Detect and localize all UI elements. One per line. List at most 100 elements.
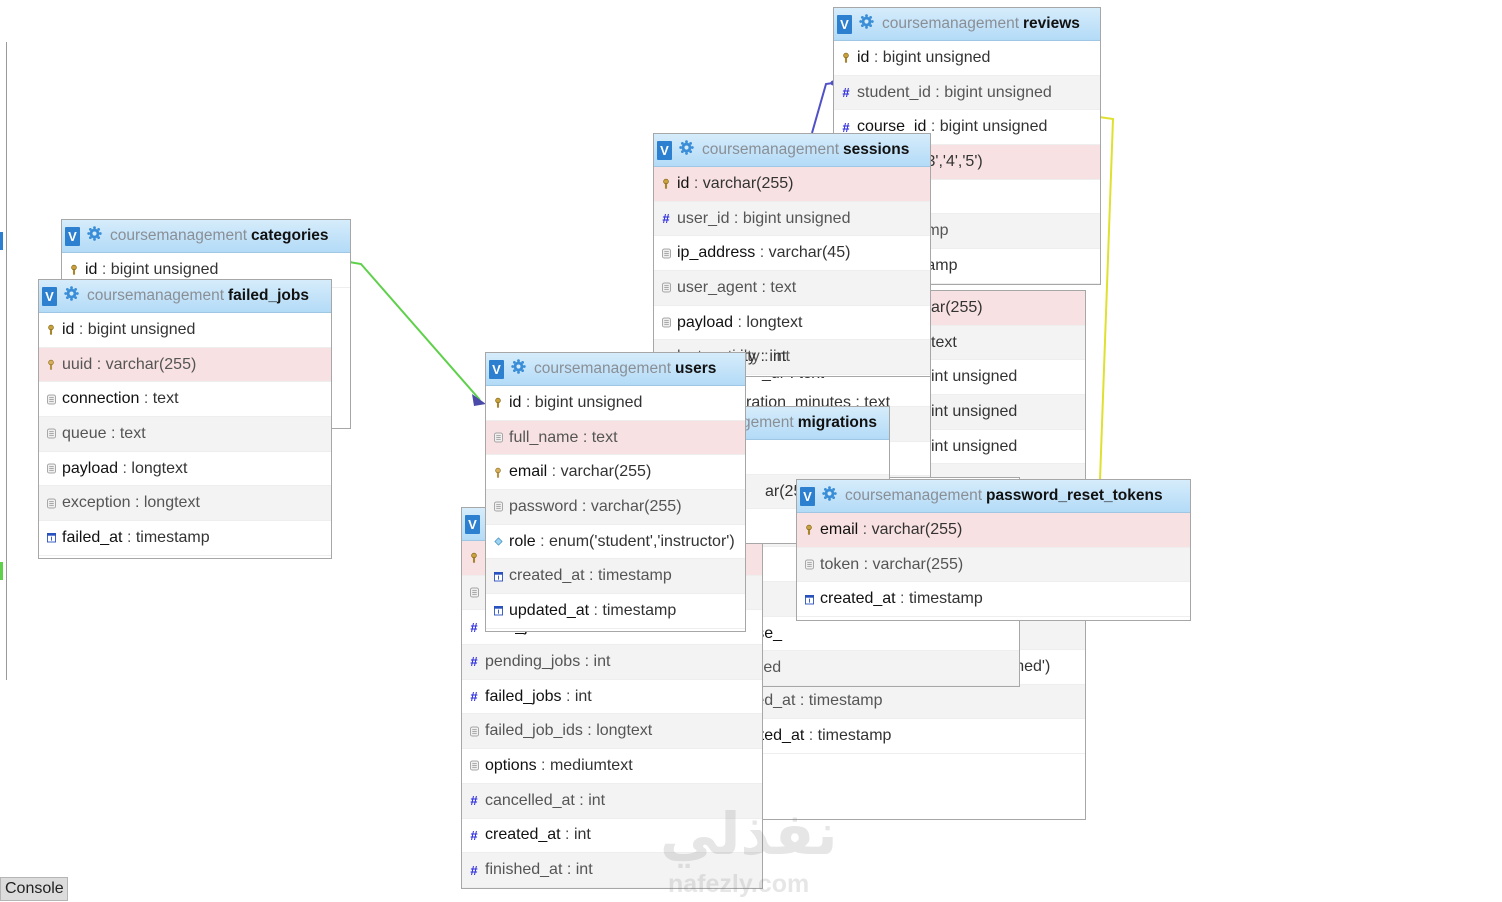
column-separator: : bbox=[139, 390, 153, 408]
column-row[interactable]: options : mediumtext bbox=[462, 749, 762, 784]
collapse-toggle-button[interactable]: V bbox=[465, 514, 480, 534]
column-row[interactable]: role : enum('student','instructor') bbox=[486, 525, 745, 560]
column-row[interactable]: created_at : timestamp bbox=[797, 582, 1190, 618]
column-row[interactable]: password : varchar(255) bbox=[486, 490, 745, 525]
table-users[interactable]: Vcoursemanagement users id : bigint unsign… bbox=[485, 352, 746, 632]
column-separator: : bbox=[106, 424, 120, 442]
table-header[interactable]: Vcoursemanagement users bbox=[486, 353, 745, 386]
table-header[interactable]: Vcoursemanagement categories bbox=[62, 220, 350, 253]
column-row[interactable]: failed_at : timestamp bbox=[39, 521, 331, 556]
column-row[interactable]: queue : text bbox=[39, 417, 331, 452]
collapse-toggle-button[interactable]: V bbox=[42, 286, 57, 306]
collapse-toggle-button[interactable]: V bbox=[800, 486, 815, 506]
column-separator: : bbox=[589, 601, 603, 619]
column-row[interactable]: int unsigned bbox=[931, 360, 1085, 396]
column-row[interactable]: id : varchar(255) bbox=[654, 167, 930, 202]
column-definition: id : varchar(255) bbox=[677, 175, 794, 193]
table-options-gear-icon[interactable] bbox=[57, 286, 87, 306]
designer-canvas[interactable]: Vcoursemanagement categories id : bigint u… bbox=[0, 0, 1502, 902]
column-row[interactable]: email : varchar(255) bbox=[797, 513, 1190, 548]
column-row[interactable]: rolled bbox=[742, 651, 1019, 686]
column-row[interactable]: token : varchar(255) bbox=[797, 547, 1190, 583]
table-password-reset-tokens[interactable]: Vcoursemanagement password_reset_tokens em… bbox=[796, 479, 1191, 621]
column-row[interactable]: payload : longtext bbox=[39, 452, 331, 487]
column-row[interactable]: # pending_jobs : int bbox=[462, 645, 762, 680]
column-type: text bbox=[591, 428, 618, 446]
column-row[interactable]: text bbox=[931, 325, 1085, 361]
column-row[interactable]: ated_at : timestamp bbox=[742, 684, 1085, 720]
column-row[interactable]: # finished_at : int bbox=[462, 853, 762, 888]
table-header[interactable]: Vcoursemanagement reviews bbox=[834, 8, 1100, 41]
column-row[interactable]: uuid : varchar(255) bbox=[39, 347, 331, 383]
hash-icon: # bbox=[470, 689, 478, 705]
column-row[interactable]: urse_ bbox=[742, 617, 1019, 652]
column-row[interactable]: user_agent : text bbox=[654, 271, 930, 306]
table-header[interactable]: Vcoursemanagement failed_jobs bbox=[39, 280, 331, 313]
column-row[interactable]: id : bigint unsigned bbox=[834, 41, 1100, 76]
column-row[interactable]: int unsigned bbox=[931, 430, 1085, 465]
table-header[interactable]: Vcoursemanagement sessions bbox=[654, 134, 930, 167]
column-row[interactable]: id : bigint unsigned bbox=[486, 386, 745, 421]
collapse-toggle-button[interactable]: V bbox=[657, 140, 672, 160]
column-row[interactable]: payload : longtext bbox=[654, 306, 930, 341]
database-name: coursemanagement bbox=[882, 15, 1019, 32]
column-row[interactable]: exception : longtext bbox=[39, 486, 331, 522]
database-name: coursemanagement bbox=[87, 287, 224, 304]
collapse-toggle-button[interactable]: V bbox=[489, 359, 504, 379]
column-row[interactable]: updated_at : timestamp bbox=[486, 594, 745, 629]
text-field-icon bbox=[46, 428, 56, 440]
relationship-line[interactable] bbox=[1098, 116, 1115, 481]
column-separator: : bbox=[895, 590, 909, 608]
enum-field-icon bbox=[493, 536, 503, 548]
column-row[interactable]: email : varchar(255) bbox=[486, 455, 745, 491]
column-name: id bbox=[509, 393, 522, 411]
column-row[interactable]: created_at : timestamp bbox=[486, 559, 745, 595]
column-row[interactable] bbox=[742, 440, 889, 475]
primary-key-icon bbox=[661, 178, 671, 190]
relationship-line[interactable] bbox=[348, 261, 481, 401]
table-failed-jobs[interactable]: Vcoursemanagement failed_jobs id : bigint … bbox=[38, 279, 332, 559]
column-row[interactable]: ated_at : timestamp bbox=[742, 686, 1019, 687]
primary-key-icon bbox=[804, 524, 814, 536]
column-separator: : bbox=[804, 727, 818, 745]
primary-key-icon bbox=[493, 397, 503, 409]
table-options-gear-icon[interactable] bbox=[815, 486, 845, 506]
column-row[interactable]: failed_job_ids : longtext bbox=[462, 714, 762, 750]
table-sessions[interactable]: Vcoursemanagement sessions id : varchar(25… bbox=[653, 133, 931, 377]
column-row[interactable]: # created_at : int bbox=[462, 819, 762, 854]
table-name: password_reset_tokens bbox=[986, 487, 1163, 504]
column-row[interactable]: full_name : text bbox=[486, 420, 745, 456]
column-type: timestamp bbox=[602, 601, 677, 619]
column-row[interactable]: # failed_jobs : int bbox=[462, 680, 762, 715]
table-courses[interactable]: ar(255) text int unsigned int unsigned int u… bbox=[930, 290, 1086, 500]
column-name: created_at bbox=[820, 590, 896, 608]
column-definition: uuid : varchar(255) bbox=[62, 356, 196, 374]
column-row[interactable]: ar(255) bbox=[931, 291, 1085, 326]
column-row[interactable]: id : bigint unsigned bbox=[39, 313, 331, 348]
column-separator: : bbox=[521, 393, 535, 411]
table-options-gear-icon[interactable] bbox=[852, 14, 882, 34]
primary-key-icon bbox=[469, 552, 479, 564]
console-button[interactable]: Console bbox=[0, 877, 68, 901]
column-name: ip_address bbox=[677, 244, 756, 262]
column-type: longtext bbox=[596, 722, 653, 740]
column-row[interactable]: ip_address : varchar(45) bbox=[654, 236, 930, 272]
column-type: mediumtext bbox=[549, 756, 633, 774]
table-options-gear-icon[interactable] bbox=[504, 359, 534, 379]
hash-icon: # bbox=[662, 211, 670, 227]
column-name: created_at bbox=[509, 567, 585, 585]
column-row[interactable]: connection : text bbox=[39, 382, 331, 418]
table-options-gear-icon[interactable] bbox=[672, 140, 702, 160]
collapse-toggle-button[interactable]: V bbox=[837, 14, 852, 34]
table-name: users bbox=[675, 360, 717, 377]
column-row[interactable]: int unsigned bbox=[931, 395, 1085, 430]
column-row[interactable]: dated_at : timestamp bbox=[742, 719, 1085, 754]
column-row[interactable]: # student_id : bigint unsigned bbox=[834, 75, 1100, 111]
relationship-line[interactable] bbox=[811, 82, 834, 134]
column-row[interactable]: # cancelled_at : int bbox=[462, 783, 762, 819]
collapse-toggle-button[interactable]: V bbox=[65, 226, 80, 246]
table-options-gear-icon[interactable] bbox=[80, 226, 110, 246]
table-header[interactable]: gement migrations bbox=[742, 407, 889, 440]
column-row[interactable]: # user_id : bigint unsigned bbox=[654, 201, 930, 237]
table-header[interactable]: Vcoursemanagement password_reset_tokens bbox=[797, 480, 1190, 513]
